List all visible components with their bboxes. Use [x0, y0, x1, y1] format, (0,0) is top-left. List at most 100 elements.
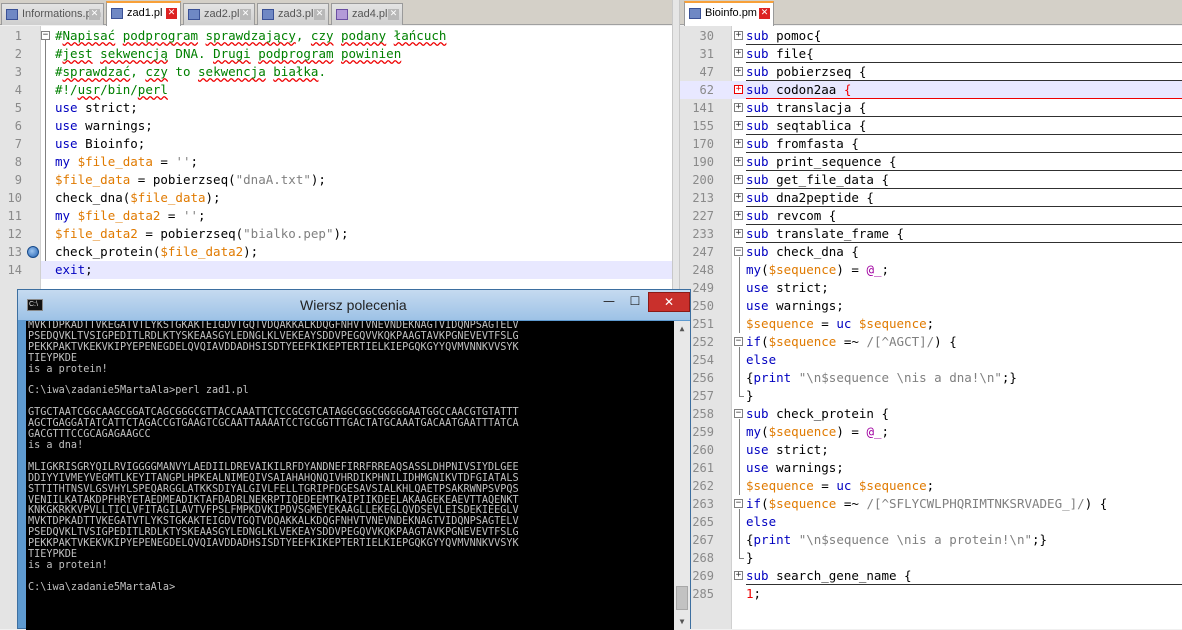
- code-line[interactable]: 262 $sequence = uc $sequence;: [680, 477, 1182, 495]
- fold-minus-icon[interactable]: −: [734, 337, 743, 346]
- fold-plus-icon[interactable]: +: [734, 157, 743, 166]
- close-icon[interactable]: ✕: [89, 9, 100, 20]
- fold-plus-icon[interactable]: +: [734, 85, 743, 94]
- code-line[interactable]: 251 $sequence = uc $sequence;: [680, 315, 1182, 333]
- code-line[interactable]: 6 use warnings;: [0, 117, 672, 135]
- fold-plus-icon[interactable]: +: [734, 139, 743, 148]
- code-line[interactable]: 141 sub translacja {: [680, 99, 1182, 117]
- close-icon[interactable]: ✕: [240, 9, 251, 20]
- fold-minus-icon[interactable]: −: [41, 31, 50, 40]
- code-line[interactable]: 2 #jest sekwencją DNA. Drugi podprogram p…: [0, 45, 672, 63]
- right-tab-bar: Bioinfo.pm ✕: [680, 0, 1182, 26]
- code-line[interactable]: 267 {print "\n$sequence \nis a protein!\n…: [680, 531, 1182, 549]
- close-button[interactable]: ✕: [648, 292, 690, 312]
- command-prompt-window[interactable]: C:\ Wiersz polecenia — ☐ ✕ MVKTDPKADTTVK…: [17, 289, 691, 630]
- cmd-scrollbar[interactable]: ▲ ▼: [674, 321, 690, 630]
- line-number: 248: [692, 263, 714, 277]
- code-line[interactable]: 261 use warnings;: [680, 459, 1182, 477]
- fold-plus-icon[interactable]: +: [734, 49, 743, 58]
- code-line[interactable]: 250 use warnings;: [680, 297, 1182, 315]
- fold-plus-icon[interactable]: +: [734, 67, 743, 76]
- close-icon[interactable]: ✕: [314, 9, 325, 20]
- code-line[interactable]: 10 check_dna($file_data);: [0, 189, 672, 207]
- code-text: $sequence = uc $sequence;: [746, 316, 935, 331]
- tab-zad2-pl[interactable]: zad2.pl ✕: [183, 3, 255, 25]
- close-icon[interactable]: ✕: [166, 8, 177, 19]
- code-line[interactable]: 256 {print "\n$sequence \nis a dna!\n";}: [680, 369, 1182, 387]
- code-line[interactable]: 248 my($sequence) = @_;: [680, 261, 1182, 279]
- code-line[interactable]: 13 check_protein($file_data2);: [0, 243, 672, 261]
- code-line[interactable]: 257}: [680, 387, 1182, 405]
- code-line[interactable]: 11 my $file_data2 = '';: [0, 207, 672, 225]
- code-line[interactable]: 170 sub fromfasta {: [680, 135, 1182, 153]
- code-line[interactable]: 254 else: [680, 351, 1182, 369]
- breakpoint-icon[interactable]: [27, 246, 39, 258]
- fold-plus-icon[interactable]: +: [734, 121, 743, 130]
- tab-bioinfo-pm[interactable]: Bioinfo.pm ✕: [684, 1, 774, 26]
- code-line[interactable]: 1 #Napisać podprogram sprawdzający, czy p…: [0, 27, 672, 45]
- line-number: 14: [7, 263, 22, 277]
- code-line[interactable]: 233 sub translate_frame {: [680, 225, 1182, 243]
- tab-zad1-pl[interactable]: zad1.pl ✕: [106, 1, 181, 26]
- cmd-title-bar[interactable]: C:\ Wiersz polecenia — ☐ ✕: [18, 290, 690, 320]
- fold-plus-icon[interactable]: +: [734, 103, 743, 112]
- right-editor[interactable]: 30 sub pomoc{+31 sub file{+47 sub pobierzse…: [680, 26, 1182, 629]
- code-text: sub translate_frame {: [746, 226, 905, 241]
- code-line[interactable]: 14 exit;: [8, 261, 672, 279]
- fold-plus-icon[interactable]: +: [734, 571, 743, 580]
- code-line[interactable]: 9 $file_data = pobierzseq("dnaA.txt");: [0, 171, 672, 189]
- fold-minus-icon[interactable]: −: [734, 247, 743, 256]
- code-line[interactable]: 247 sub check_dna {: [680, 243, 1182, 261]
- cmd-output[interactable]: MVKTDPKADTTVKEGATVTLYKSTGKAKTEIGDVTGQTVD…: [26, 321, 674, 630]
- code-line[interactable]: 249 use strict;: [680, 279, 1182, 297]
- code-line[interactable]: 227 sub revcom {: [680, 207, 1182, 225]
- code-line[interactable]: 7 use Bioinfo;: [0, 135, 672, 153]
- code-line[interactable]: 62 sub codon2aa {: [680, 81, 1182, 99]
- code-line[interactable]: 47 sub pobierzseq {: [680, 63, 1182, 81]
- code-line[interactable]: 252 if($sequence =~ /[^AGCT]/) {: [680, 333, 1182, 351]
- code-line[interactable]: 3 #sprawdzać, czy to sekwencja białka.: [0, 63, 672, 81]
- tab-zad4-pl[interactable]: zad4.pl ✕: [331, 3, 403, 25]
- code-line[interactable]: 30 sub pomoc{: [680, 27, 1182, 45]
- code-line[interactable]: 12 $file_data2 = pobierzseq("bialko.pep")…: [0, 225, 672, 243]
- code-line[interactable]: 190 sub print_sequence {: [680, 153, 1182, 171]
- scroll-up-arrow-icon[interactable]: ▲: [674, 321, 690, 337]
- code-line[interactable]: 259 my($sequence) = @_;: [680, 423, 1182, 441]
- code-line[interactable]: 5 use strict;: [0, 99, 672, 117]
- code-line[interactable]: 155 sub seqtablica {: [680, 117, 1182, 135]
- fold-minus-icon[interactable]: −: [734, 499, 743, 508]
- code-line[interactable]: 200 sub get_file_data {: [680, 171, 1182, 189]
- code-line[interactable]: 269 sub search_gene_name {: [680, 567, 1182, 585]
- scroll-thumb[interactable]: [676, 586, 688, 610]
- close-icon[interactable]: ✕: [759, 8, 770, 19]
- fold-minus-icon[interactable]: −: [734, 409, 743, 418]
- code-line[interactable]: 268}: [680, 549, 1182, 567]
- code-line[interactable]: 260 use strict;: [680, 441, 1182, 459]
- fold-margin-line: [739, 513, 740, 531]
- code-text: use Bioinfo;: [55, 136, 146, 151]
- code-line[interactable]: 285 1;: [680, 585, 1182, 603]
- code-line[interactable]: 8 my $file_data = '';: [0, 153, 672, 171]
- code-text: check_dna($file_data);: [55, 190, 221, 205]
- file-icon: [6, 9, 18, 20]
- fold-plus-icon[interactable]: +: [734, 175, 743, 184]
- code-line[interactable]: 213 sub dna2peptide {: [680, 189, 1182, 207]
- code-line[interactable]: 4 #!/usr/bin/perl: [0, 81, 672, 99]
- close-icon[interactable]: ✕: [388, 9, 399, 20]
- minimize-button[interactable]: —: [596, 292, 622, 312]
- line-number: 2: [14, 47, 22, 61]
- tab-informations-pm[interactable]: Informations.pm ✕: [1, 3, 104, 25]
- code-line[interactable]: 31 sub file{: [680, 45, 1182, 63]
- fold-plus-icon[interactable]: +: [734, 193, 743, 202]
- maximize-button[interactable]: ☐: [622, 292, 648, 312]
- code-line[interactable]: 258 sub check_protein {: [680, 405, 1182, 423]
- fold-plus-icon[interactable]: +: [734, 31, 743, 40]
- code-text: $file_data2 = pobierzseq("bialko.pep");: [55, 226, 349, 241]
- code-text: 1;: [746, 586, 762, 601]
- code-line[interactable]: 265 else: [680, 513, 1182, 531]
- scroll-down-arrow-icon[interactable]: ▼: [674, 614, 690, 630]
- fold-plus-icon[interactable]: +: [734, 229, 743, 238]
- fold-plus-icon[interactable]: +: [734, 211, 743, 220]
- tab-zad3-pl[interactable]: zad3.pl ✕: [257, 3, 329, 25]
- code-line[interactable]: 263 if($sequence =~ /[^SFLYCWLPHQRIMTNKSR…: [680, 495, 1182, 513]
